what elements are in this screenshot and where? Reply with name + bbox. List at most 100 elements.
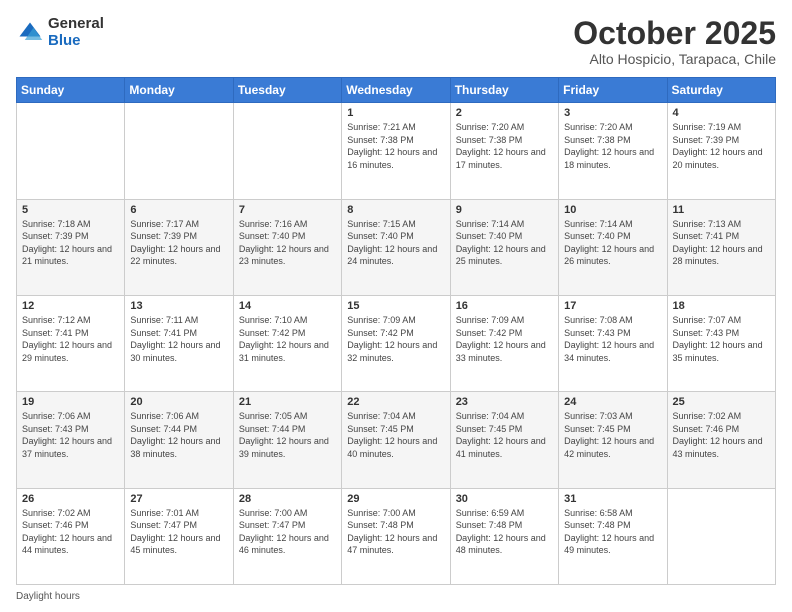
- day-of-week-header: Sunday: [17, 78, 125, 103]
- day-number: 12: [22, 300, 119, 312]
- day-number: 5: [22, 204, 119, 216]
- calendar-cell: 24Sunrise: 7:03 AM Sunset: 7:45 PM Dayli…: [559, 392, 667, 488]
- calendar-cell: 25Sunrise: 7:02 AM Sunset: 7:46 PM Dayli…: [667, 392, 775, 488]
- logo-text: General Blue: [48, 16, 104, 49]
- day-number: 16: [456, 300, 553, 312]
- day-number: 17: [564, 300, 661, 312]
- calendar-cell: 21Sunrise: 7:05 AM Sunset: 7:44 PM Dayli…: [233, 392, 341, 488]
- calendar-week-row: 5 Sunrise: 7:18 AM Sunset: 7:39 PM Daylig…: [17, 199, 776, 295]
- day-info: Sunrise: 7:06 AM Sunset: 7:44 PM Dayligh…: [130, 410, 227, 460]
- day-info: Sunrise: 7:15 AM Sunset: 7:40 PM Dayligh…: [347, 218, 444, 268]
- calendar-cell: 11 Sunrise: 7:13 AM Sunset: 7:41 PM Dayli…: [667, 199, 775, 295]
- day-number: 13: [130, 300, 227, 312]
- calendar-week-row: 12 Sunrise: 7:12 AM Sunset: 7:41 PM Dayli…: [17, 295, 776, 391]
- day-info: Sunrise: 7:21 AM Sunset: 7:38 PM Dayligh…: [347, 121, 444, 171]
- day-number: 8: [347, 204, 444, 216]
- calendar-cell: 27Sunrise: 7:01 AM Sunset: 7:47 PM Dayli…: [125, 488, 233, 584]
- calendar-cell: 13 Sunrise: 7:11 AM Sunset: 7:41 PM Dayli…: [125, 295, 233, 391]
- day-number: 2: [456, 107, 553, 119]
- calendar-table: SundayMondayTuesdayWednesdayThursdayFrid…: [16, 77, 776, 585]
- calendar-cell: 29 Sunrise: 7:00 AM Sunset: 7:48 PM Dayli…: [342, 488, 450, 584]
- title-block: October 2025 Alto Hospicio, Tarapaca, Ch…: [573, 16, 776, 67]
- day-number: 10: [564, 204, 661, 216]
- day-number: 26: [22, 493, 119, 505]
- day-info: Sunrise: 7:04 AM Sunset: 7:45 PM Dayligh…: [456, 410, 553, 460]
- calendar-cell: 17 Sunrise: 7:08 AM Sunset: 7:43 PM Dayli…: [559, 295, 667, 391]
- day-number: 4: [673, 107, 770, 119]
- day-info: Sunrise: 7:05 AM Sunset: 7:44 PM Dayligh…: [239, 410, 336, 460]
- day-number: 11: [673, 204, 770, 216]
- day-number: 31: [564, 493, 661, 505]
- day-info: Sunrise: 7:17 AM Sunset: 7:39 PM Dayligh…: [130, 218, 227, 268]
- page: General Blue October 2025 Alto Hospicio,…: [0, 0, 792, 612]
- day-number: 9: [456, 204, 553, 216]
- calendar-cell: 19Sunrise: 7:06 AM Sunset: 7:43 PM Dayli…: [17, 392, 125, 488]
- day-number: 30: [456, 493, 553, 505]
- day-of-week-header: Tuesday: [233, 78, 341, 103]
- calendar-cell: 12 Sunrise: 7:12 AM Sunset: 7:41 PM Dayli…: [17, 295, 125, 391]
- day-info: Sunrise: 7:18 AM Sunset: 7:39 PM Dayligh…: [22, 218, 119, 268]
- calendar-cell: 20 Sunrise: 7:06 AM Sunset: 7:44 PM Dayli…: [125, 392, 233, 488]
- calendar-week-row: 19Sunrise: 7:06 AM Sunset: 7:43 PM Dayli…: [17, 392, 776, 488]
- day-info: Sunrise: 7:00 AM Sunset: 7:48 PM Dayligh…: [347, 507, 444, 557]
- calendar-week-row: 1 Sunrise: 7:21 AM Sunset: 7:38 PM Daylig…: [17, 103, 776, 199]
- logo-general: General: [48, 16, 104, 33]
- day-number: 23: [456, 396, 553, 408]
- calendar-cell: 15Sunrise: 7:09 AM Sunset: 7:42 PM Dayli…: [342, 295, 450, 391]
- calendar-cell: 28 Sunrise: 7:00 AM Sunset: 7:47 PM Dayli…: [233, 488, 341, 584]
- calendar-cell: 14Sunrise: 7:10 AM Sunset: 7:42 PM Dayli…: [233, 295, 341, 391]
- day-of-week-header: Thursday: [450, 78, 558, 103]
- day-number: 18: [673, 300, 770, 312]
- calendar-cell: 3Sunrise: 7:20 AM Sunset: 7:38 PM Daylig…: [559, 103, 667, 199]
- day-info: Sunrise: 7:02 AM Sunset: 7:46 PM Dayligh…: [22, 507, 119, 557]
- day-number: 29: [347, 493, 444, 505]
- calendar-header-row: SundayMondayTuesdayWednesdayThursdayFrid…: [17, 78, 776, 103]
- day-info: Sunrise: 7:20 AM Sunset: 7:38 PM Dayligh…: [564, 121, 661, 171]
- day-info: Sunrise: 7:03 AM Sunset: 7:45 PM Dayligh…: [564, 410, 661, 460]
- day-number: 7: [239, 204, 336, 216]
- logo: General Blue: [16, 16, 104, 49]
- calendar-cell: 4 Sunrise: 7:19 AM Sunset: 7:39 PM Daylig…: [667, 103, 775, 199]
- calendar-cell: [233, 103, 341, 199]
- calendar-cell: 1 Sunrise: 7:21 AM Sunset: 7:38 PM Daylig…: [342, 103, 450, 199]
- calendar-cell: 16 Sunrise: 7:09 AM Sunset: 7:42 PM Dayli…: [450, 295, 558, 391]
- day-info: Sunrise: 7:19 AM Sunset: 7:39 PM Dayligh…: [673, 121, 770, 171]
- day-number: 6: [130, 204, 227, 216]
- calendar-cell: 31 Sunrise: 6:58 AM Sunset: 7:48 PM Dayli…: [559, 488, 667, 584]
- day-info: Sunrise: 7:08 AM Sunset: 7:43 PM Dayligh…: [564, 314, 661, 364]
- calendar-cell: 9Sunrise: 7:14 AM Sunset: 7:40 PM Daylig…: [450, 199, 558, 295]
- day-number: 1: [347, 107, 444, 119]
- day-info: Sunrise: 7:02 AM Sunset: 7:46 PM Dayligh…: [673, 410, 770, 460]
- calendar-week-row: 26 Sunrise: 7:02 AM Sunset: 7:46 PM Dayli…: [17, 488, 776, 584]
- calendar-cell: 30 Sunrise: 6:59 AM Sunset: 7:48 PM Dayli…: [450, 488, 558, 584]
- day-info: Sunrise: 7:11 AM Sunset: 7:41 PM Dayligh…: [130, 314, 227, 364]
- day-info: Sunrise: 7:12 AM Sunset: 7:41 PM Dayligh…: [22, 314, 119, 364]
- day-of-week-header: Saturday: [667, 78, 775, 103]
- day-of-week-header: Friday: [559, 78, 667, 103]
- day-info: Sunrise: 7:04 AM Sunset: 7:45 PM Dayligh…: [347, 410, 444, 460]
- calendar-cell: 6 Sunrise: 7:17 AM Sunset: 7:39 PM Daylig…: [125, 199, 233, 295]
- day-info: Sunrise: 6:59 AM Sunset: 7:48 PM Dayligh…: [456, 507, 553, 557]
- day-of-week-header: Monday: [125, 78, 233, 103]
- day-info: Sunrise: 7:16 AM Sunset: 7:40 PM Dayligh…: [239, 218, 336, 268]
- day-info: Sunrise: 7:06 AM Sunset: 7:43 PM Dayligh…: [22, 410, 119, 460]
- calendar-cell: 2 Sunrise: 7:20 AM Sunset: 7:38 PM Daylig…: [450, 103, 558, 199]
- day-info: Sunrise: 7:10 AM Sunset: 7:42 PM Dayligh…: [239, 314, 336, 364]
- logo-icon: [16, 19, 44, 47]
- day-info: Sunrise: 7:00 AM Sunset: 7:47 PM Dayligh…: [239, 507, 336, 557]
- day-number: 20: [130, 396, 227, 408]
- day-info: Sunrise: 7:20 AM Sunset: 7:38 PM Dayligh…: [456, 121, 553, 171]
- day-info: Sunrise: 6:58 AM Sunset: 7:48 PM Dayligh…: [564, 507, 661, 557]
- calendar-cell: 23 Sunrise: 7:04 AM Sunset: 7:45 PM Dayli…: [450, 392, 558, 488]
- calendar-cell: 18 Sunrise: 7:07 AM Sunset: 7:43 PM Dayli…: [667, 295, 775, 391]
- calendar-cell: 22Sunrise: 7:04 AM Sunset: 7:45 PM Dayli…: [342, 392, 450, 488]
- calendar-cell: [667, 488, 775, 584]
- day-info: Sunrise: 7:13 AM Sunset: 7:41 PM Dayligh…: [673, 218, 770, 268]
- header: General Blue October 2025 Alto Hospicio,…: [16, 16, 776, 67]
- day-info: Sunrise: 7:07 AM Sunset: 7:43 PM Dayligh…: [673, 314, 770, 364]
- day-info: Sunrise: 7:14 AM Sunset: 7:40 PM Dayligh…: [564, 218, 661, 268]
- day-number: 28: [239, 493, 336, 505]
- calendar-cell: 8 Sunrise: 7:15 AM Sunset: 7:40 PM Daylig…: [342, 199, 450, 295]
- day-info: Sunrise: 7:09 AM Sunset: 7:42 PM Dayligh…: [456, 314, 553, 364]
- calendar-cell: 5 Sunrise: 7:18 AM Sunset: 7:39 PM Daylig…: [17, 199, 125, 295]
